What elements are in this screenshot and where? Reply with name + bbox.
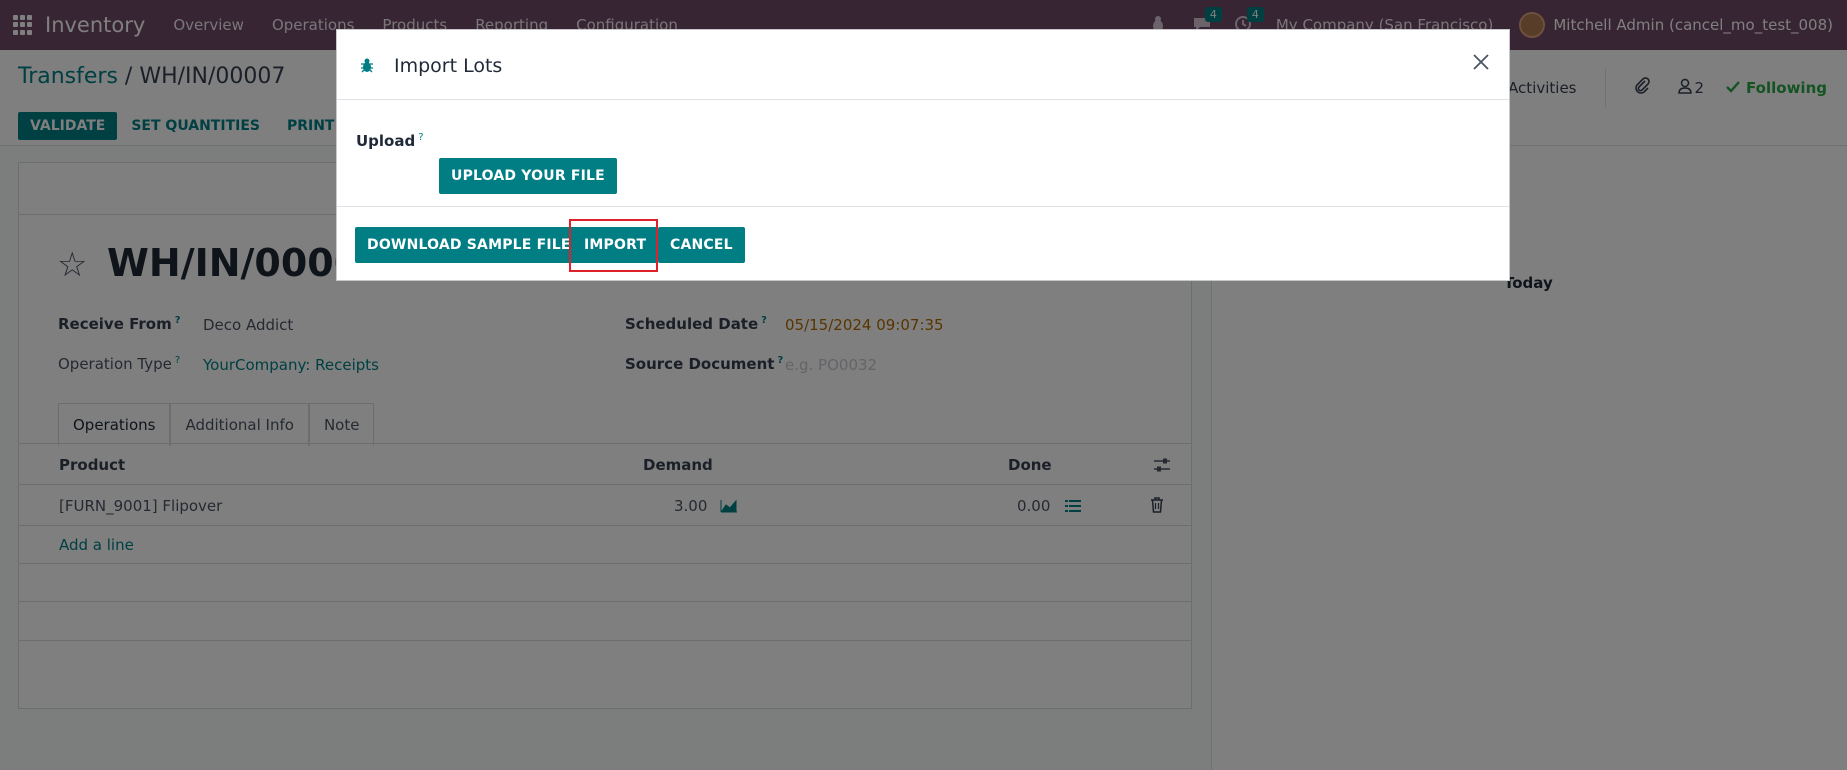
dialog-header: Import Lots: [337, 30, 1509, 100]
upload-file-button[interactable]: UPLOAD YOUR FILE: [439, 158, 617, 194]
bug-icon: [361, 58, 373, 73]
dialog-title: Import Lots: [394, 55, 503, 77]
upload-label: Upload?: [356, 132, 424, 150]
close-icon[interactable]: [1469, 50, 1493, 74]
import-button-highlight: [569, 219, 658, 272]
cancel-button[interactable]: CANCEL: [658, 227, 745, 263]
dialog-body: Upload? UPLOAD YOUR FILE: [337, 100, 1509, 207]
import-lots-dialog: Import Lots Upload? UPLOAD YOUR FILE DOW…: [336, 29, 1510, 281]
download-sample-file-button[interactable]: DOWNLOAD SAMPLE FILE: [355, 227, 583, 263]
